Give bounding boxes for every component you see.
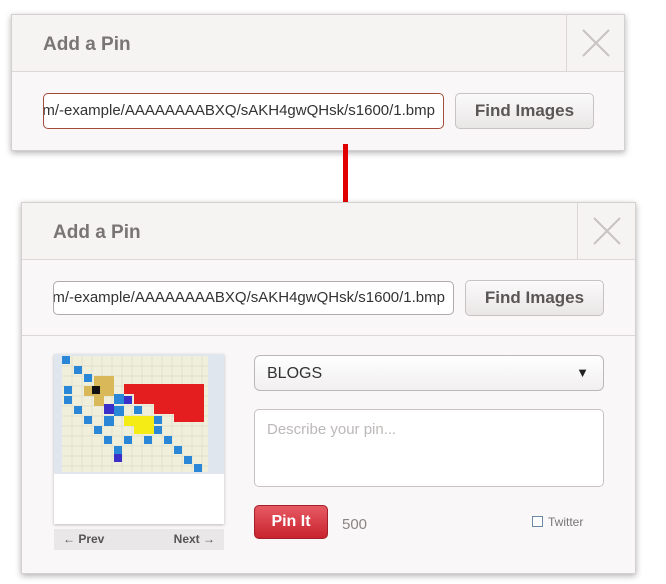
top-dialog-title: Add a Pin [43,34,131,55]
description-placeholder: Describe your pin... [267,421,397,438]
pin-thumbnail-frame [54,354,224,524]
arrow-shaft [343,144,348,208]
next-image-link[interactable]: Next → [174,532,215,546]
close-icon [592,217,621,245]
character-count: 500 [342,516,368,533]
bottom-url-input[interactable]: https://lh3.googleusercontent.com/-examp… [53,281,454,315]
twitter-label: Twitter [548,515,584,529]
top-dialog-header: Add a Pin [12,15,624,72]
top-close-button[interactable] [566,15,624,71]
twitter-checkbox[interactable] [532,516,543,527]
top-add-pin-dialog: Add a Pin https://lh3.googleusercontent.… [11,14,625,151]
bottom-dialog-header: Add a Pin [22,203,635,260]
section-divider [22,335,635,336]
board-select-value: BLOGS [267,365,323,382]
bottom-url-value: https://lh3.googleusercontent.com/-examp… [53,289,445,306]
triangle-down-icon: ▼ [576,365,589,380]
board-select[interactable]: BLOGS ▼ [254,355,604,391]
bottom-add-pin-dialog: Add a Pin https://lh3.googleusercontent.… [21,202,636,574]
bottom-close-button[interactable] [577,203,635,259]
pin-it-button[interactable]: Pin It [254,505,328,539]
bottom-dialog-title: Add a Pin [53,222,141,243]
top-url-input[interactable]: https://lh3.googleusercontent.com/-examp… [43,93,444,129]
close-icon [581,29,610,57]
pin-thumbnail-image [54,354,224,524]
top-url-value: https://lh3.googleusercontent.com/-examp… [43,102,435,119]
description-textarea[interactable]: Describe your pin... [254,409,604,487]
prev-image-link[interactable]: ← Prev [63,532,104,546]
thumbnail-nav: ← Prev Next → [54,529,224,550]
top-find-images-button[interactable]: Find Images [455,93,594,129]
bottom-find-images-button[interactable]: Find Images [465,280,604,316]
